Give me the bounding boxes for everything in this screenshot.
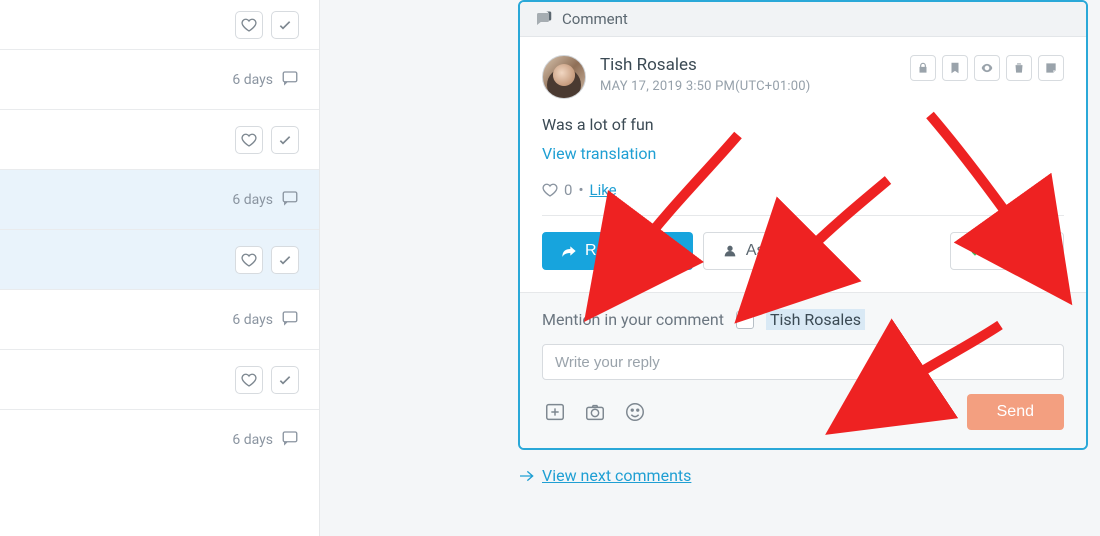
- list-item[interactable]: 6 days: [0, 50, 319, 110]
- add-media-icon[interactable]: [542, 399, 568, 425]
- list-item[interactable]: 6 days: [0, 410, 319, 470]
- chat-icon: [281, 309, 299, 331]
- heart-icon[interactable]: [235, 126, 263, 154]
- view-translation-link[interactable]: View translation: [542, 144, 656, 163]
- chat-icon: [281, 69, 299, 91]
- note-icon[interactable]: [1038, 55, 1064, 81]
- review-button[interactable]: Review: [950, 232, 1064, 270]
- send-button[interactable]: Send: [967, 394, 1064, 430]
- like-count: 0: [564, 181, 572, 199]
- view-next-link[interactable]: View next comments: [542, 466, 691, 485]
- lock-icon[interactable]: [910, 55, 936, 81]
- trash-icon[interactable]: [1006, 55, 1032, 81]
- list-item[interactable]: 6 days: [0, 290, 319, 350]
- check-icon[interactable]: [271, 126, 299, 154]
- panel-title: Comment: [562, 10, 628, 28]
- reply-dropdown[interactable]: [655, 232, 693, 270]
- item-age: 6 days: [232, 312, 273, 328]
- eye-icon[interactable]: [974, 55, 1000, 81]
- list-item[interactable]: [0, 350, 319, 410]
- reply-button[interactable]: Reply: [542, 232, 645, 270]
- heart-icon[interactable]: [235, 366, 263, 394]
- item-age: 6 days: [232, 72, 273, 88]
- panel-header: Comment: [520, 2, 1086, 37]
- bookmark-icon[interactable]: [942, 55, 968, 81]
- check-icon[interactable]: [271, 246, 299, 274]
- item-age: 6 days: [232, 432, 273, 448]
- comment-timestamp: MAY 17, 2019 3:50 PM(UTC+01:00): [600, 79, 810, 94]
- emoji-icon[interactable]: [622, 399, 648, 425]
- comment-body: Was a lot of fun: [542, 115, 1064, 134]
- like-link[interactable]: Like: [590, 181, 617, 199]
- mention-name[interactable]: Tish Rosales: [766, 309, 865, 330]
- item-age: 6 days: [232, 192, 273, 208]
- review-label: Review: [993, 242, 1045, 260]
- list-item[interactable]: [0, 0, 319, 50]
- view-next-comments[interactable]: View next comments: [518, 466, 1088, 485]
- separator-dot: •: [578, 181, 583, 199]
- heart-icon[interactable]: [235, 11, 263, 39]
- assign-button[interactable]: Assign: [703, 232, 813, 270]
- list-item[interactable]: [0, 110, 319, 170]
- check-icon[interactable]: [271, 11, 299, 39]
- assign-label: Assign: [746, 242, 794, 260]
- avatar: [542, 55, 586, 99]
- heart-icon[interactable]: [235, 246, 263, 274]
- author-name: Tish Rosales: [600, 55, 810, 75]
- camera-icon[interactable]: [582, 399, 608, 425]
- mention-checkbox[interactable]: [736, 311, 754, 329]
- reply-label: Reply: [585, 242, 626, 260]
- chat-icon: [281, 189, 299, 211]
- comment-panel: Comment Tish Rosales MAY 17, 2019 3:50 P…: [518, 0, 1088, 450]
- chat-icon: [281, 429, 299, 451]
- reply-input[interactable]: [542, 344, 1064, 380]
- conversation-list: 6 days 6 days: [0, 0, 320, 536]
- mention-label: Mention in your comment: [542, 310, 724, 329]
- list-item[interactable]: 6 days: [0, 170, 319, 230]
- check-icon[interactable]: [271, 366, 299, 394]
- list-item[interactable]: [0, 230, 319, 290]
